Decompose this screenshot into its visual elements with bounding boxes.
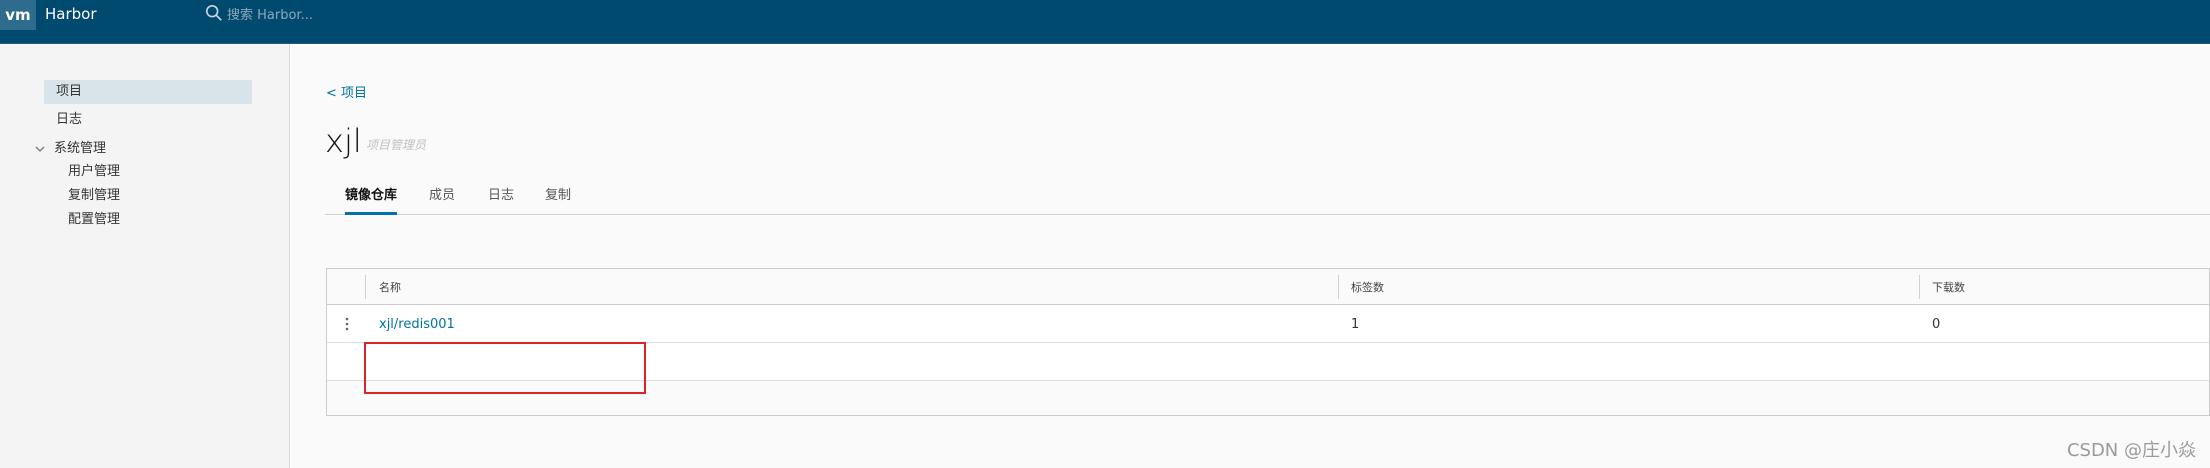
tab-members[interactable]: 成员 [429, 180, 455, 215]
column-header-tags[interactable]: 标签数 [1351, 279, 1384, 295]
top-header: vm Harbor [0, 0, 2210, 44]
global-search[interactable] [205, 4, 447, 26]
search-icon [205, 4, 223, 26]
sidebar-item-projects[interactable]: 项目 [44, 80, 252, 104]
table-header: 名称 标签数 下载数 [327, 269, 2209, 305]
column-divider [365, 275, 366, 299]
tag-count: 1 [1351, 317, 1360, 332]
sidebar-group-system-admin[interactable]: 系统管理 [34, 138, 106, 160]
tab-logs[interactable]: 日志 [488, 180, 514, 215]
annotation-highlight-box [364, 342, 646, 394]
page-title: xjl [325, 122, 362, 160]
vmware-logo[interactable]: vm [0, 0, 36, 30]
sidebar-item-logs[interactable]: 日志 [44, 108, 252, 132]
sidebar-item-replication-management[interactable]: 复制管理 [68, 185, 120, 207]
column-divider[interactable] [1338, 275, 1339, 299]
pull-count: 0 [1932, 317, 1941, 332]
column-header-pulls[interactable]: 下载数 [1932, 279, 1965, 295]
sidebar-item-user-management[interactable]: 用户管理 [68, 161, 120, 183]
tab-bar: 镜像仓库 成员 日志 复制 [325, 180, 2210, 215]
watermark: CSDN @庄小焱 [2066, 440, 2196, 461]
search-input[interactable] [227, 5, 447, 25]
tab-replication[interactable]: 复制 [545, 180, 571, 215]
row-action-menu-icon[interactable] [343, 315, 351, 333]
sidebar-group-label: 系统管理 [54, 141, 107, 156]
app-title[interactable]: Harbor [45, 5, 97, 23]
project-role: 项目管理员 [366, 138, 427, 152]
sidebar: 项目 日志 系统管理 用户管理 复制管理 配置管理 [0, 44, 290, 468]
sidebar-item-config-management[interactable]: 配置管理 [68, 209, 120, 231]
column-header-name[interactable]: 名称 [379, 279, 401, 295]
table-row[interactable]: xjl/redis001 1 0 [327, 305, 2209, 343]
breadcrumb-projects-link[interactable]: < 项目 [326, 82, 367, 101]
column-divider[interactable] [1919, 275, 1920, 299]
tab-repositories[interactable]: 镜像仓库 [345, 180, 398, 215]
chevron-down-icon [35, 146, 45, 152]
repository-name-link[interactable]: xjl/redis001 [379, 317, 455, 332]
